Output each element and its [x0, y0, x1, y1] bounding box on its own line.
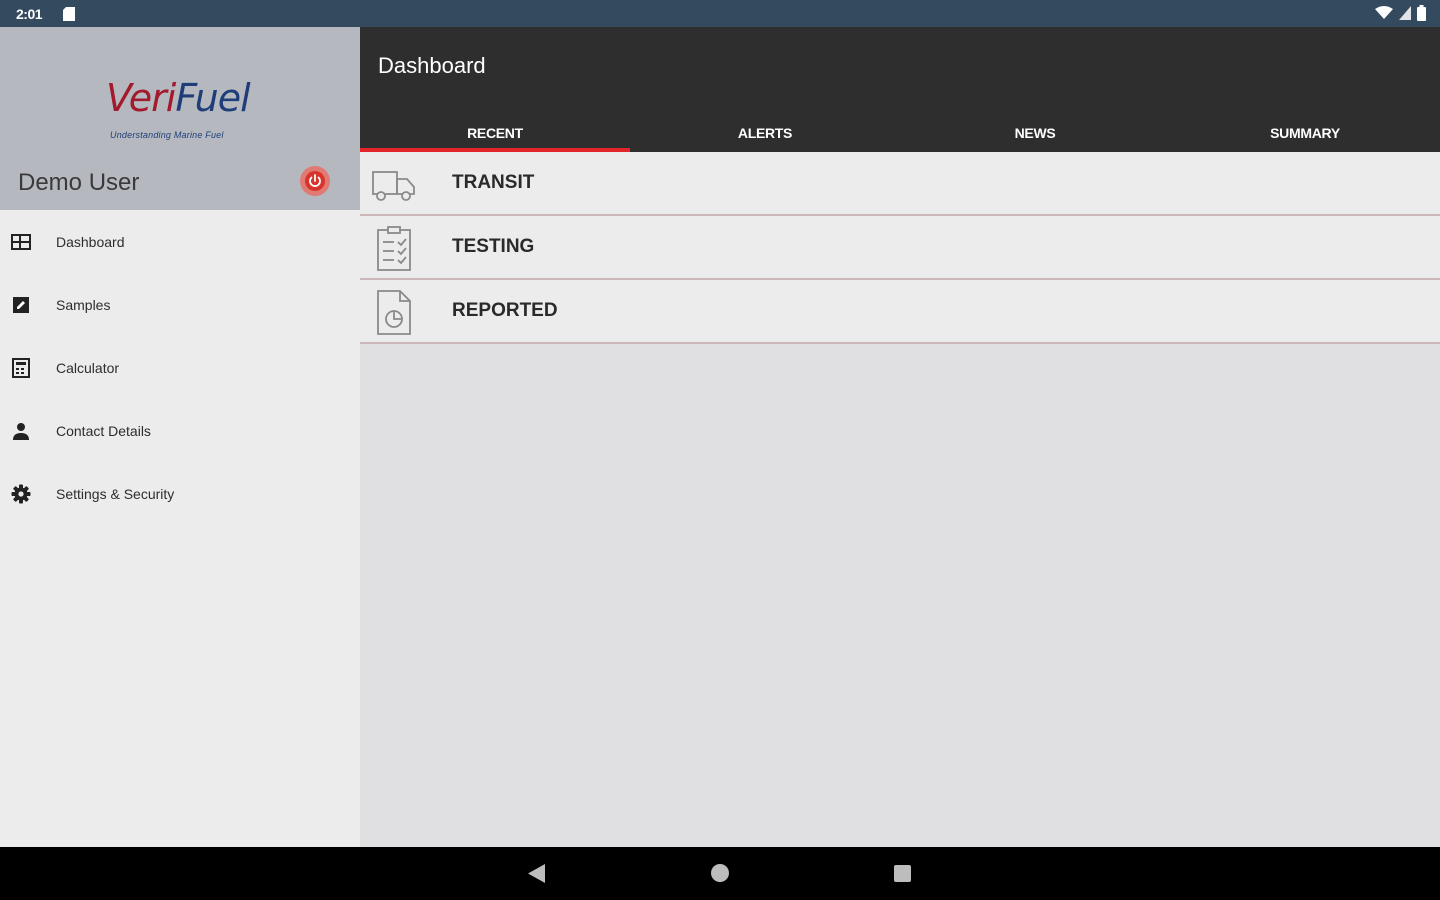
- wifi-icon: [1375, 6, 1393, 19]
- user-name: Demo User: [18, 169, 140, 196]
- signal-icon: [1399, 6, 1411, 20]
- dashboard-icon: [10, 231, 32, 253]
- drawer-item-samples[interactable]: Samples: [0, 273, 360, 336]
- logo-fuel: Fuel: [175, 76, 250, 120]
- edit-icon: [10, 294, 32, 316]
- app-bar: Dashboard RECENT ALERTS NEWS SUMMARY: [360, 27, 1440, 152]
- drawer-item-settings-security[interactable]: Settings & Security: [0, 462, 360, 525]
- list-item-label: TESTING: [452, 236, 535, 257]
- status-bar: 2:01: [0, 0, 1440, 27]
- verifuel-logo: VeriFuel Understanding Marine Fuel: [106, 79, 256, 149]
- tab-alerts[interactable]: ALERTS: [630, 113, 900, 152]
- status-icons: [1375, 5, 1426, 21]
- battery-icon: [1417, 5, 1426, 21]
- logo-tagline: Understanding Marine Fuel: [110, 130, 224, 140]
- drawer-item-label: Samples: [56, 296, 111, 313]
- drawer-item-dashboard[interactable]: Dashboard: [0, 210, 360, 273]
- tab-bar: RECENT ALERTS NEWS SUMMARY: [360, 113, 1440, 152]
- recent-list: TRANSIT TESTING REPORTED: [360, 152, 1440, 344]
- list-item-transit[interactable]: TRANSIT: [360, 152, 1440, 216]
- power-icon: [305, 171, 325, 191]
- list-item-label: TRANSIT: [452, 172, 535, 193]
- logo-wordmark: VeriFuel: [106, 76, 251, 120]
- drawer-header: VeriFuel Understanding Marine Fuel Demo …: [0, 27, 360, 210]
- person-icon: [10, 420, 32, 442]
- drawer-item-label: Dashboard: [56, 233, 125, 250]
- drawer-item-contact-details[interactable]: Contact Details: [0, 399, 360, 462]
- gear-icon: [10, 483, 32, 505]
- drawer-item-label: Settings & Security: [56, 485, 175, 502]
- navigation-drawer: VeriFuel Understanding Marine Fuel Demo …: [0, 27, 360, 847]
- tab-recent[interactable]: RECENT: [360, 113, 630, 152]
- list-item-label: REPORTED: [452, 300, 558, 321]
- tab-news[interactable]: NEWS: [900, 113, 1170, 152]
- drawer-item-label: Calculator: [56, 359, 120, 376]
- back-icon[interactable]: [528, 864, 546, 883]
- drawer-item-label: Contact Details: [56, 422, 151, 439]
- logout-button[interactable]: [300, 166, 330, 196]
- drawer-item-calculator[interactable]: Calculator: [0, 336, 360, 399]
- calculator-icon: [10, 357, 32, 379]
- status-time: 2:01: [16, 6, 43, 22]
- home-icon[interactable]: [711, 864, 729, 882]
- list-item-reported[interactable]: REPORTED: [360, 280, 1440, 344]
- checklist-icon: [377, 226, 411, 271]
- tab-summary[interactable]: SUMMARY: [1170, 113, 1440, 152]
- sd-card-icon: [63, 7, 75, 21]
- drawer-menu: Dashboard Samples Calculator Contact Det…: [0, 210, 360, 525]
- logo-veri: Veri: [106, 76, 176, 120]
- page-title: Dashboard: [378, 53, 486, 78]
- recent-apps-icon[interactable]: [894, 865, 911, 882]
- truck-icon: [372, 171, 415, 201]
- list-item-testing[interactable]: TESTING: [360, 216, 1440, 280]
- report-document-icon: [377, 290, 411, 335]
- system-navigation-bar: [0, 847, 1440, 900]
